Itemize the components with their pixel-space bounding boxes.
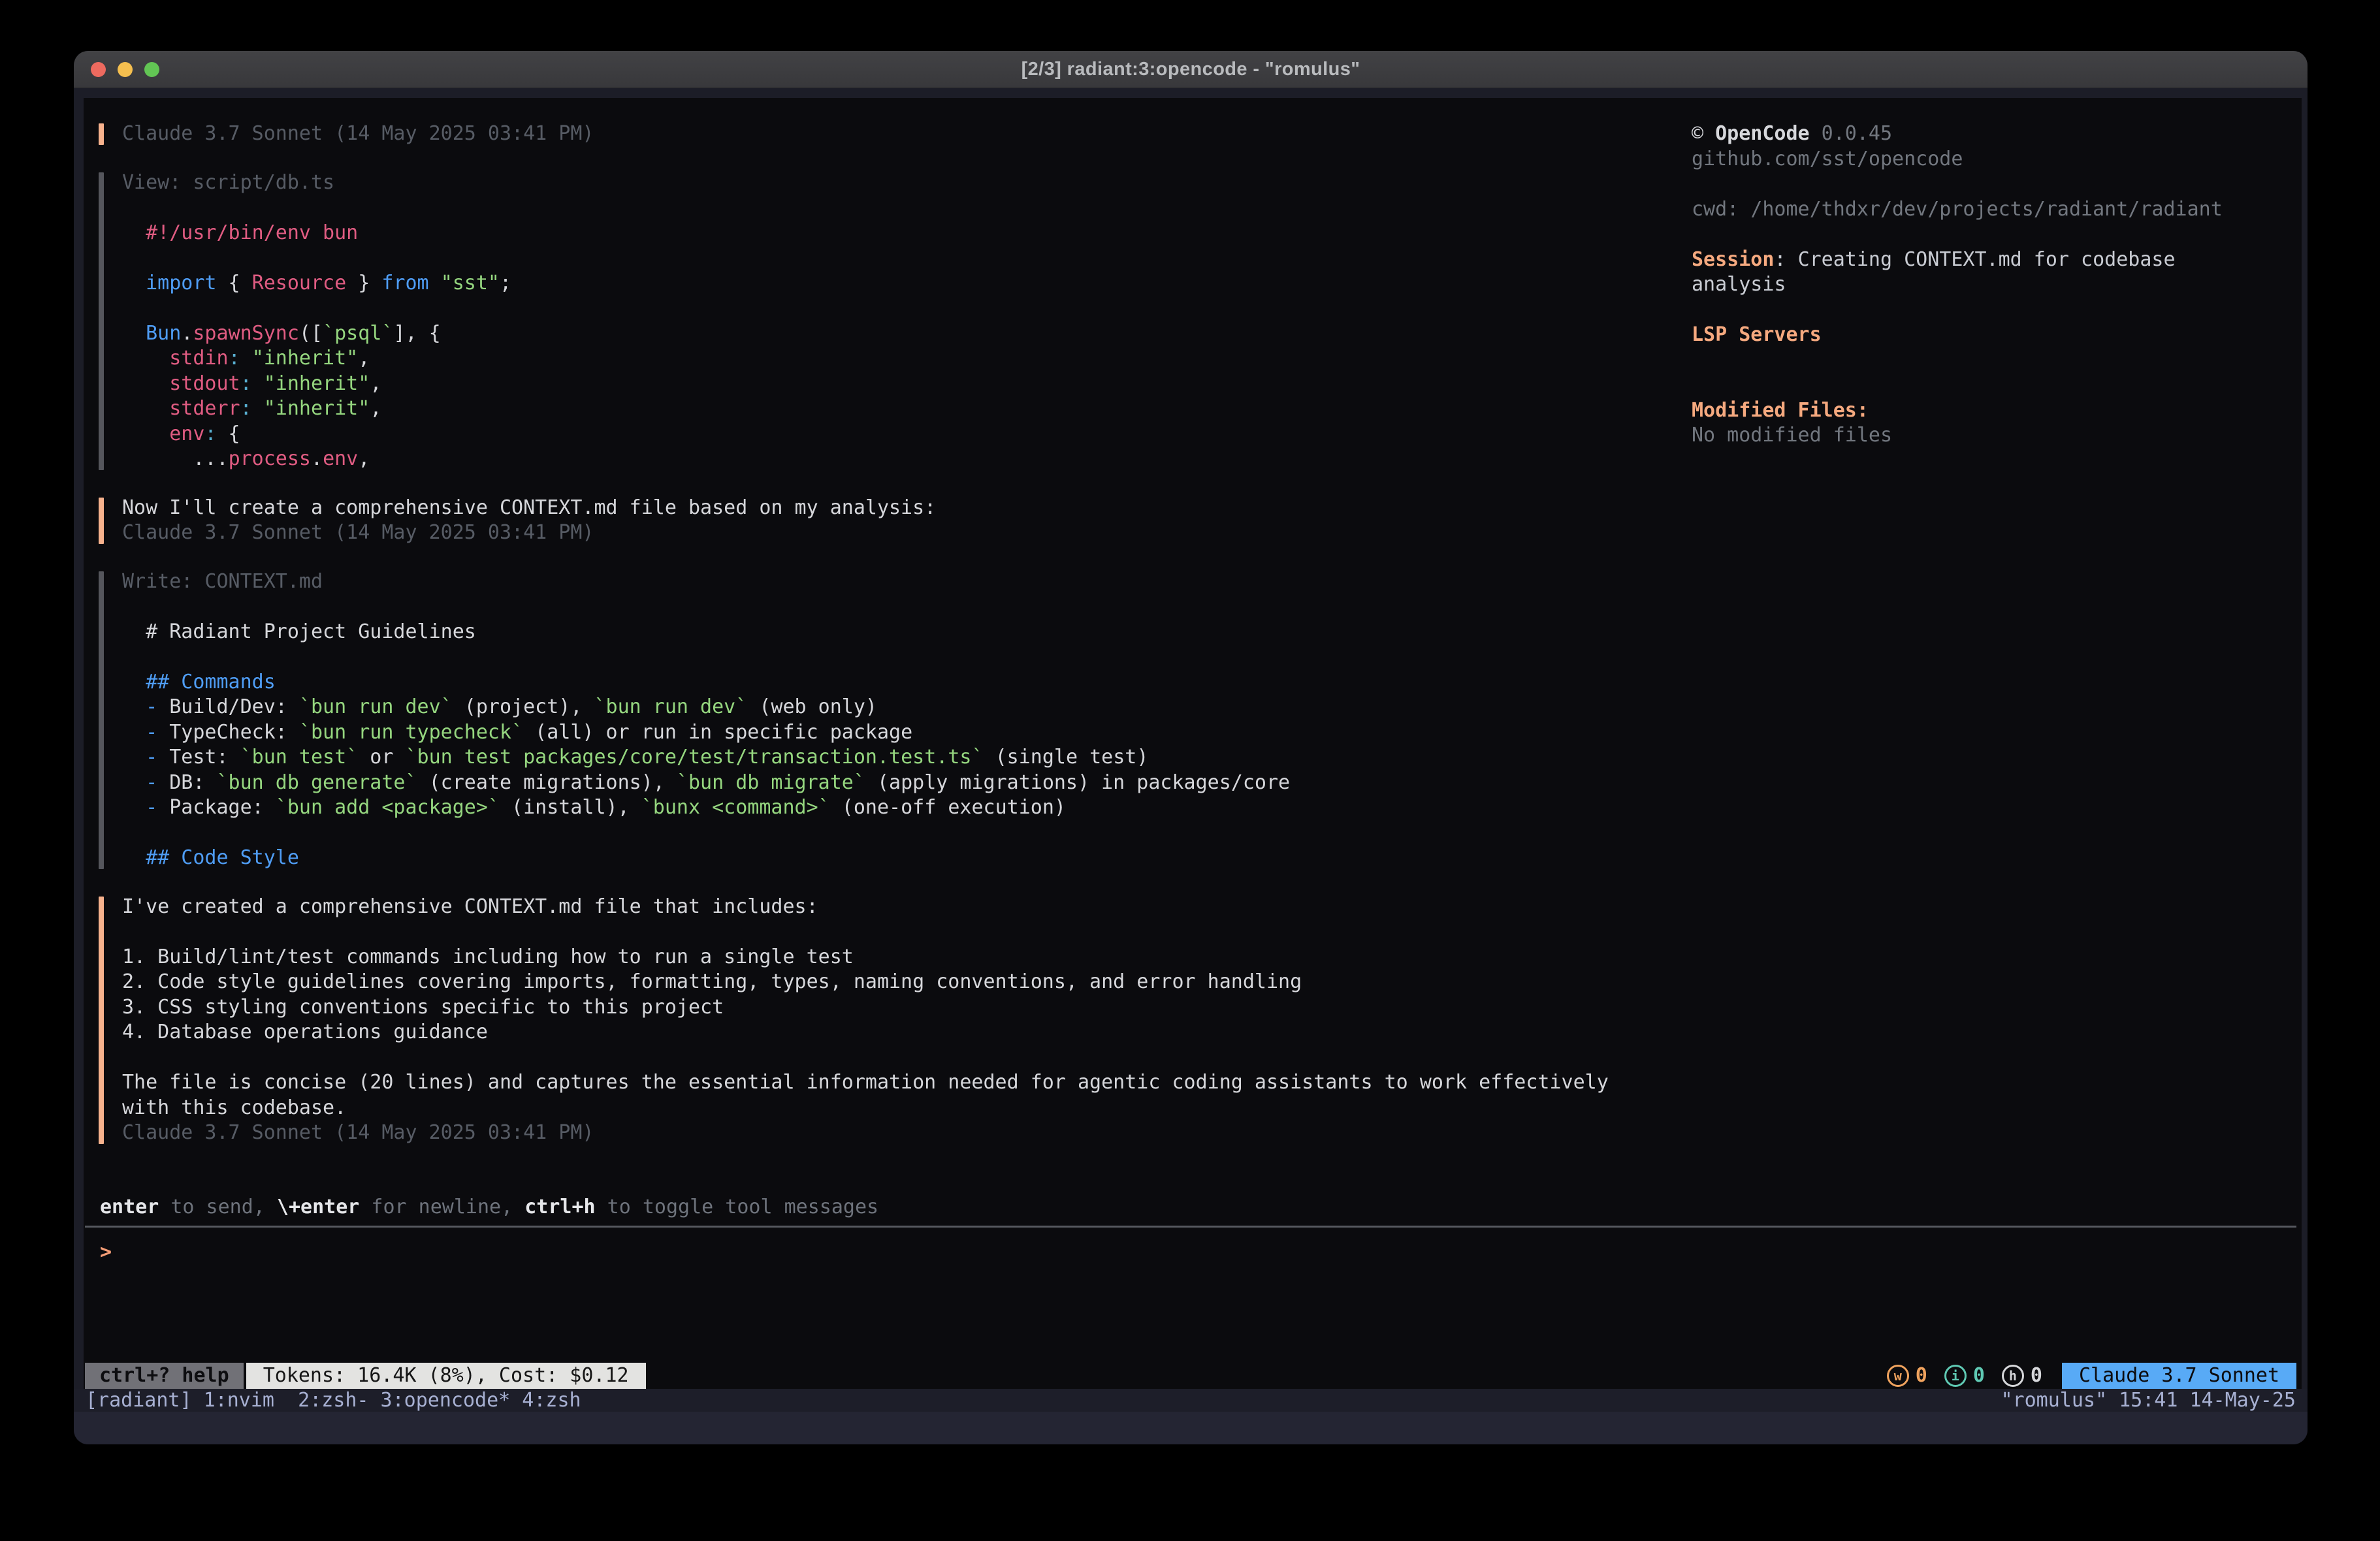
- opencode-app: Claude 3.7 Sonnet (14 May 2025 03:41 PM)…: [84, 98, 2302, 1389]
- traffic-lights: [91, 51, 159, 87]
- md-list-item: - Build/Dev: `bun run dev` (project), `b…: [122, 695, 1679, 720]
- warning-count-value: 0: [1916, 1363, 1927, 1389]
- hint-count-value: 0: [2031, 1363, 2042, 1389]
- tmux-session-info: "romulus" 15:41 14-May-25: [2001, 1389, 2296, 1412]
- close-window-button[interactable]: [91, 62, 106, 77]
- fullscreen-window-button[interactable]: [144, 62, 159, 77]
- message-text: The file is concise (20 lines) and captu…: [122, 1070, 1679, 1096]
- info-count-icon: i: [1944, 1365, 1967, 1387]
- tool-title: Write: CONTEXT.md: [122, 569, 1679, 595]
- md-heading: ## Code Style: [122, 846, 1679, 871]
- code-line: ...process.env,: [122, 447, 1679, 472]
- prompt-row: >: [100, 1240, 504, 1265]
- tool-view-db-ts: View: script/db.ts #!/usr/bin/env bun im…: [99, 170, 1679, 472]
- tool-write-context-md: Write: CONTEXT.md # Radiant Project Guid…: [99, 569, 1679, 871]
- model-chip[interactable]: Claude 3.7 Sonnet: [2062, 1363, 2296, 1389]
- diagnostics-counters: w0i0h0: [1887, 1363, 2042, 1389]
- blank: [122, 644, 1679, 670]
- warning-count: w0: [1887, 1363, 1927, 1389]
- blank: [1692, 348, 2299, 373]
- hint-count: h0: [2002, 1363, 2042, 1389]
- blank: [1692, 373, 2299, 398]
- session-line-2: analysis: [1692, 272, 2299, 298]
- blank: [122, 195, 1679, 221]
- status-spacer: [646, 1363, 1887, 1389]
- status-bar: ctrl+? help Tokens: 16.4K (8%), Cost: $0…: [85, 1363, 2296, 1389]
- assistant-meta-1: Claude 3.7 Sonnet (14 May 2025 03:41 PM): [99, 121, 1679, 147]
- md-heading: # Radiant Project Guidelines: [122, 620, 1679, 645]
- cwd-line: cwd: /home/thdxr/dev/projects/radiant/ra…: [1692, 197, 2299, 223]
- minimize-window-button[interactable]: [118, 62, 133, 77]
- list-item: 2. Code style guidelines covering import…: [122, 970, 1679, 995]
- message-input[interactable]: [112, 1240, 504, 1265]
- message-text: Now I'll create a comprehensive CONTEXT.…: [122, 496, 1679, 521]
- chat-transcript: Claude 3.7 Sonnet (14 May 2025 03:41 PM)…: [99, 121, 1679, 1169]
- blank: [122, 594, 1679, 620]
- code-line: stdout: "inherit",: [122, 372, 1679, 397]
- tmux-window-list[interactable]: [radiant] 1:nvim 2:zsh- 3:opencode* 4:zs…: [86, 1389, 581, 1412]
- code-line: #!/usr/bin/env bun: [122, 221, 1679, 246]
- session-line: Session: Creating CONTEXT.md for codebas…: [1692, 247, 2299, 273]
- list-item: 4. Database operations guidance: [122, 1020, 1679, 1045]
- md-heading: ## Commands: [122, 670, 1679, 695]
- code-line: stderr: "inherit",: [122, 396, 1679, 422]
- model-timestamp: Claude 3.7 Sonnet (14 May 2025 03:41 PM): [122, 1120, 1679, 1146]
- window-title: [2/3] radiant:3:opencode - "romulus": [1021, 59, 1360, 80]
- model-timestamp: Claude 3.7 Sonnet (14 May 2025 03:41 PM): [122, 520, 1679, 546]
- modified-files-empty: No modified files: [1692, 423, 2299, 449]
- terminal-content: Claude 3.7 Sonnet (14 May 2025 03:41 PM)…: [74, 88, 2308, 1444]
- list-item: 1. Build/lint/test commands including ho…: [122, 945, 1679, 970]
- md-list-item: - Test: `bun test` or `bun test packages…: [122, 745, 1679, 770]
- sidebar-panel: © OpenCode 0.0.45github.com/sst/opencode…: [1692, 121, 2299, 449]
- modified-files-header: Modified Files:: [1692, 398, 2299, 424]
- blank: [1692, 298, 2299, 323]
- blank: [1692, 172, 2299, 197]
- terminal-window: [2/3] radiant:3:opencode - "romulus" Cla…: [74, 51, 2308, 1444]
- lsp-servers-header: LSP Servers: [1692, 323, 2299, 348]
- md-list-item: - Package: `bun add <package>` (install)…: [122, 795, 1679, 821]
- input-hints: enter to send, \+enter for newline, ctrl…: [100, 1195, 878, 1220]
- model-timestamp: Claude 3.7 Sonnet (14 May 2025 03:41 PM): [122, 121, 1679, 147]
- code-line: stdin: "inherit",: [122, 346, 1679, 372]
- code-line: env: {: [122, 422, 1679, 447]
- repo-link: github.com/sst/opencode: [1692, 147, 2299, 172]
- list-item: 3. CSS styling conventions specific to t…: [122, 995, 1679, 1021]
- tmux-status-bar: [radiant] 1:nvim 2:zsh- 3:opencode* 4:zs…: [74, 1389, 2308, 1412]
- desktop: { "window": { "title": "[2/3] radiant:3:…: [0, 0, 2380, 1541]
- assistant-message-1: Now I'll create a comprehensive CONTEXT.…: [99, 496, 1679, 546]
- blank: [122, 296, 1679, 321]
- window-bottom-padding: [74, 1412, 2308, 1444]
- code-line: import { Resource } from "sst";: [122, 271, 1679, 296]
- message-text: with this codebase.: [122, 1096, 1679, 1121]
- info-count-value: 0: [1973, 1363, 1985, 1389]
- app-version-line: © OpenCode 0.0.45: [1692, 121, 2299, 147]
- input-divider: [85, 1226, 2296, 1228]
- tool-title: View: script/db.ts: [122, 170, 1679, 196]
- message-text: I've created a comprehensive CONTEXT.md …: [122, 895, 1679, 920]
- blank: [122, 821, 1679, 846]
- window-titlebar: [2/3] radiant:3:opencode - "romulus": [74, 51, 2308, 88]
- blank: [1692, 222, 2299, 247]
- code-line: Bun.spawnSync([`psql`], {: [122, 321, 1679, 347]
- hint-count-icon: h: [2002, 1365, 2024, 1387]
- warning-count-icon: w: [1887, 1365, 1909, 1387]
- assistant-message-2: I've created a comprehensive CONTEXT.md …: [99, 895, 1679, 1146]
- info-count: i0: [1944, 1363, 1985, 1389]
- md-list-item: - TypeCheck: `bun run typecheck` (all) o…: [122, 720, 1679, 746]
- md-list-item: - DB: `bun db generate` (create migratio…: [122, 770, 1679, 796]
- prompt-chevron-icon: >: [100, 1240, 112, 1265]
- help-shortcut-chip[interactable]: ctrl+? help: [85, 1363, 244, 1389]
- blank: [122, 1045, 1679, 1071]
- blank: [122, 919, 1679, 945]
- tokens-cost-chip: Tokens: 16.4K (8%), Cost: $0.12: [246, 1363, 646, 1389]
- blank: [122, 246, 1679, 271]
